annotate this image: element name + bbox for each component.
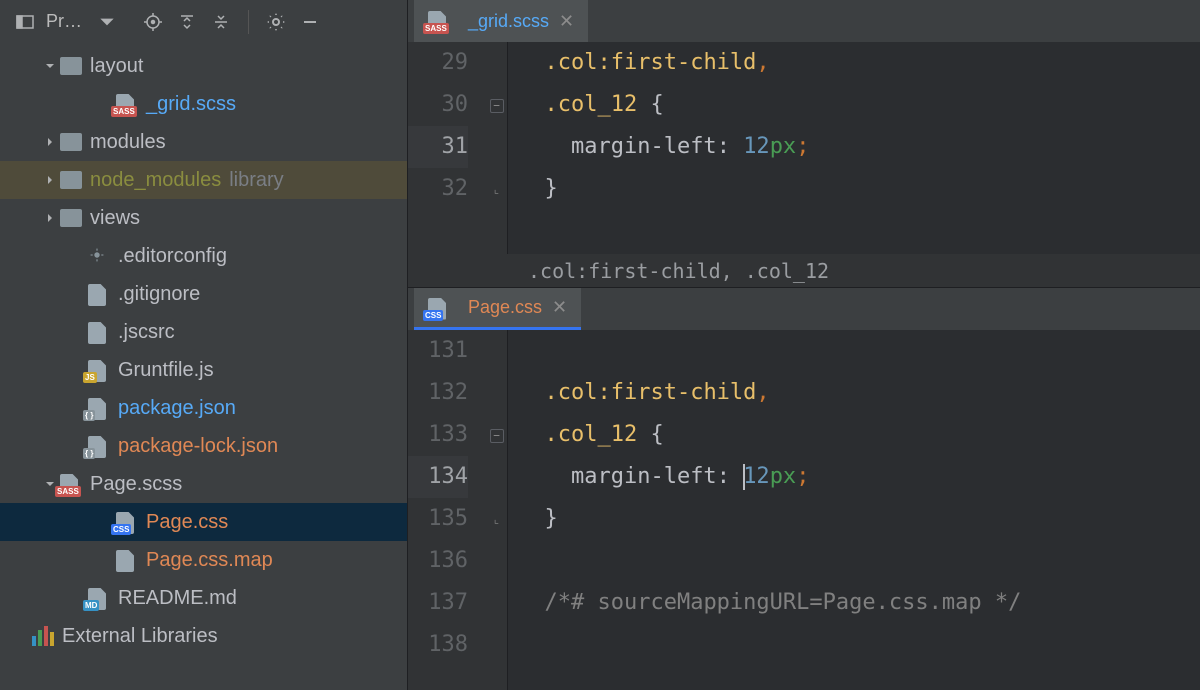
tree-item-label: Page.css.map (146, 549, 273, 572)
line-gutter: 131132133134135136137138 (408, 330, 486, 690)
css-icon: CSS (428, 298, 450, 318)
folder-icon (60, 209, 82, 227)
collapse-all-icon[interactable] (206, 7, 236, 37)
code-source[interactable]: .col:first-child, .col_12 { margin-left:… (508, 42, 1200, 254)
tab-bar-top: SASS _grid.scss ✕ (408, 0, 1200, 42)
tree-item-label: package.json (118, 397, 236, 420)
tree-item-modules[interactable]: modules (0, 123, 407, 161)
chevron-right-icon[interactable] (40, 170, 60, 190)
tree-item-label: .gitignore (118, 283, 200, 306)
folder-icon (60, 133, 82, 151)
arrow-spacer (96, 550, 116, 570)
tree-item-label: modules (90, 131, 166, 154)
editor-pane-top: SASS _grid.scss ✕ 29303132 − ⌞ .col:firs… (408, 0, 1200, 288)
tree-item--gitignore[interactable]: .gitignore (0, 275, 407, 313)
tree-item--jscsrc[interactable]: .jscsrc (0, 313, 407, 351)
tree-item-page-css[interactable]: CSS Page.css (0, 503, 407, 541)
close-icon[interactable]: ✕ (559, 11, 574, 32)
arrow-spacer (68, 284, 88, 304)
gear-icon (88, 246, 110, 266)
close-icon[interactable]: ✕ (552, 297, 567, 318)
tree-item-package-lock-json[interactable]: { } package-lock.json (0, 427, 407, 465)
file-icon (88, 284, 110, 304)
tree-item-views[interactable]: views (0, 199, 407, 237)
extlib-icon (32, 626, 54, 646)
project-sidebar: Project layout SASS _grid.scssmodules node_… (0, 0, 408, 690)
tree-item-node-modules[interactable]: node_modules library (0, 161, 407, 199)
arrow-spacer (12, 626, 32, 646)
sass-icon: SASS (60, 474, 82, 494)
tree-item-label: layout (90, 55, 143, 78)
tab-grid-scss[interactable]: SASS _grid.scss ✕ (414, 0, 588, 42)
sass-icon: SASS (116, 94, 138, 114)
tree-item-label: External Libraries (62, 625, 218, 648)
project-toolbar: Project (0, 0, 407, 43)
editor-pane-bottom: CSS Page.css ✕ 131132133134135136137138 … (408, 288, 1200, 690)
tree-item-label: views (90, 207, 140, 230)
breadcrumb-bar[interactable]: .col:first-child, .col_12 (408, 254, 1200, 288)
fold-column[interactable]: − ⌞ (486, 330, 508, 690)
chevron-down-icon[interactable] (92, 7, 122, 37)
project-dropdown-label[interactable]: Project (46, 11, 86, 32)
tree-item--grid-scss[interactable]: SASS _grid.scss (0, 85, 407, 123)
tab-page-css[interactable]: CSS Page.css ✕ (414, 288, 581, 330)
target-icon[interactable] (138, 7, 168, 37)
arrow-spacer (68, 246, 88, 266)
tree-item-label: node_modules (90, 169, 221, 192)
line-gutter: 29303132 (408, 42, 486, 254)
tree-item-gruntfile-js[interactable]: JS Gruntfile.js (0, 351, 407, 389)
code-editor-top[interactable]: 29303132 − ⌞ .col:first-child, .col_12 {… (408, 42, 1200, 254)
fold-column[interactable]: − ⌞ (486, 42, 508, 254)
minimize-icon[interactable] (295, 7, 325, 37)
tree-item-page-scss[interactable]: SASS Page.scss (0, 465, 407, 503)
code-editor-bottom[interactable]: 131132133134135136137138 − ⌞ .col:first-… (408, 330, 1200, 690)
tree-item-label: Page.scss (90, 473, 182, 496)
chevron-right-icon[interactable] (40, 208, 60, 228)
code-source[interactable]: .col:first-child, .col_12 { margin-left:… (508, 330, 1200, 690)
tree-item-page-css-map[interactable]: Page.css.map (0, 541, 407, 579)
tree-item-label: Page.css (146, 511, 228, 534)
tree-item-readme-md[interactable]: MD README.md (0, 579, 407, 617)
toolbar-separator (248, 10, 249, 34)
arrow-spacer (68, 322, 88, 342)
folder-icon (60, 171, 82, 189)
tree-item-label: .jscsrc (118, 321, 175, 344)
tree-item--editorconfig[interactable]: .editorconfig (0, 237, 407, 275)
tree-item-external-libraries[interactable]: External Libraries (0, 617, 407, 655)
tree-item-suffix: library (229, 169, 283, 192)
sass-icon: SASS (428, 11, 450, 31)
css-icon: CSS (116, 512, 138, 532)
chevron-down-icon[interactable] (40, 56, 60, 76)
js-icon: JS (88, 360, 110, 380)
json-icon: { } (88, 436, 110, 456)
file-icon (88, 322, 110, 342)
tab-title: Page.css (468, 297, 542, 318)
panel-icon[interactable] (10, 7, 40, 37)
tree-item-label: package-lock.json (118, 435, 278, 458)
tab-bar-bottom: CSS Page.css ✕ (408, 288, 1200, 330)
tree-item-label: Gruntfile.js (118, 359, 214, 382)
md-icon: MD (88, 588, 110, 608)
json-icon: { } (88, 398, 110, 418)
tree-item-label: README.md (118, 587, 237, 610)
editor-area: SASS _grid.scss ✕ 29303132 − ⌞ .col:firs… (408, 0, 1200, 690)
gear-icon[interactable] (261, 7, 291, 37)
project-tree[interactable]: layout SASS _grid.scssmodules node_modules l… (0, 43, 407, 690)
tree-item-layout[interactable]: layout (0, 47, 407, 85)
tab-title: _grid.scss (468, 11, 549, 32)
file-icon (116, 550, 138, 570)
tree-item-label: .editorconfig (118, 245, 227, 268)
folder-icon (60, 57, 82, 75)
tree-item-label: _grid.scss (146, 93, 236, 116)
breadcrumb-text: .col:first-child, .col_12 (528, 259, 829, 283)
expand-all-icon[interactable] (172, 7, 202, 37)
tree-item-package-json[interactable]: { } package.json (0, 389, 407, 427)
chevron-right-icon[interactable] (40, 132, 60, 152)
